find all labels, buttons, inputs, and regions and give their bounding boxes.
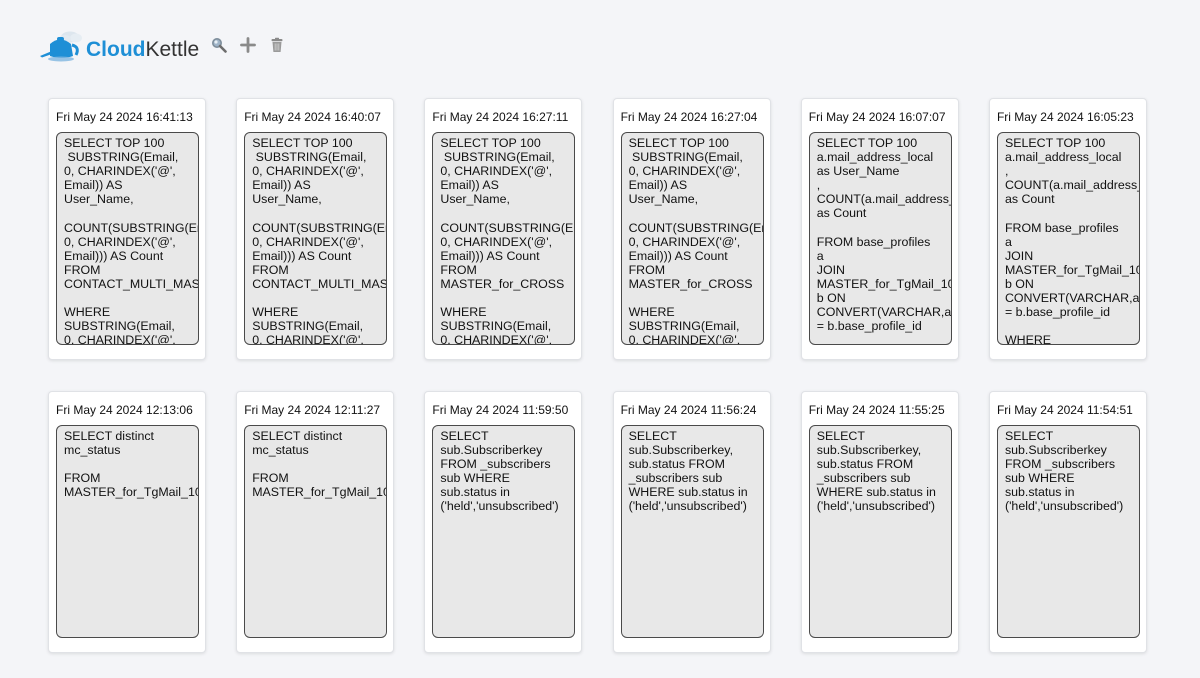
app-header: CloudKettle: [38, 26, 286, 66]
plus-icon[interactable]: [239, 36, 257, 54]
query-card[interactable]: Fri May 24 2024 16:27:04 SELECT TOP 100 …: [612, 98, 771, 360]
query-timestamp: Fri May 24 2024 16:27:04: [620, 110, 758, 124]
trash-icon[interactable]: [268, 36, 286, 54]
query-text-area[interactable]: SELECT TOP 100 SUBSTRING(Email, 0, CHARI…: [432, 132, 576, 345]
query-card[interactable]: Fri May 24 2024 12:13:06 SELECT distinct…: [48, 391, 206, 653]
query-text-area[interactable]: SELECT sub.Subscriberkey, sub.status FRO…: [620, 425, 764, 638]
search-icon[interactable]: [210, 36, 228, 54]
query-text-area[interactable]: SELECT sub.Subscriberkey FROM _subscribe…: [996, 425, 1140, 638]
query-timestamp: Fri May 24 2024 11:54:51: [996, 403, 1133, 417]
query-text-area[interactable]: SELECT sub.Subscriberkey, sub.status FRO…: [808, 425, 952, 638]
query-card[interactable]: Fri May 24 2024 11:54:51 SELECT sub.Subs…: [988, 391, 1147, 653]
query-card[interactable]: Fri May 24 2024 11:56:24 SELECT sub.Subs…: [612, 391, 771, 653]
query-card[interactable]: Fri May 24 2024 16:40:07 SELECT TOP 100 …: [236, 98, 395, 360]
query-timestamp: Fri May 24 2024 12:11:27: [244, 403, 381, 417]
query-timestamp: Fri May 24 2024 12:13:06: [56, 403, 193, 417]
query-text-area[interactable]: SELECT TOP 100 a.mail_address_local as U…: [808, 132, 952, 345]
query-text-area[interactable]: SELECT TOP 100 SUBSTRING(Email, 0, CHARI…: [56, 132, 199, 345]
query-card[interactable]: Fri May 24 2024 12:11:27 SELECT distinct…: [236, 391, 395, 653]
query-card[interactable]: Fri May 24 2024 16:07:07 SELECT TOP 100 …: [800, 98, 959, 360]
query-card[interactable]: Fri May 24 2024 16:41:13 SELECT TOP 100 …: [48, 98, 206, 360]
query-timestamp: Fri May 24 2024 11:55:25: [808, 403, 945, 417]
query-text-area[interactable]: SELECT sub.Subscriberkey FROM _subscribe…: [432, 425, 576, 638]
query-timestamp: Fri May 24 2024 16:05:23: [996, 110, 1134, 124]
query-text-area[interactable]: SELECT TOP 100 SUBSTRING(Email, 0, CHARI…: [244, 132, 388, 345]
query-card[interactable]: Fri May 24 2024 11:55:25 SELECT sub.Subs…: [800, 391, 959, 653]
app-page: CloudKettle Fri May 24 2024 16:41:13 SEL…: [0, 0, 1200, 678]
query-card[interactable]: Fri May 24 2024 16:05:23 SELECT TOP 100 …: [988, 98, 1147, 360]
query-text-area[interactable]: SELECT TOP 100 a.mail_address_local , CO…: [996, 132, 1140, 345]
query-history-grid: Fri May 24 2024 16:41:13 SELECT TOP 100 …: [48, 98, 1147, 653]
query-text-area[interactable]: SELECT distinct mc_status FROM MASTER_fo…: [56, 425, 199, 638]
brand-name-part2: Kettle: [145, 38, 200, 61]
query-text-area[interactable]: SELECT distinct mc_status FROM MASTER_fo…: [244, 425, 388, 638]
query-timestamp: Fri May 24 2024 16:27:11: [432, 110, 569, 124]
query-card[interactable]: Fri May 24 2024 16:27:11 SELECT TOP 100 …: [424, 98, 583, 360]
query-timestamp: Fri May 24 2024 16:07:07: [808, 110, 946, 124]
query-text-area[interactable]: SELECT TOP 100 SUBSTRING(Email, 0, CHARI…: [620, 132, 764, 345]
query-timestamp: Fri May 24 2024 11:56:24: [620, 403, 757, 417]
query-timestamp: Fri May 24 2024 16:41:13: [56, 110, 193, 124]
query-timestamp: Fri May 24 2024 16:40:07: [244, 110, 381, 124]
query-card[interactable]: Fri May 24 2024 11:59:50 SELECT sub.Subs…: [424, 391, 583, 653]
app-logo-text[interactable]: CloudKettle: [86, 38, 199, 62]
kettle-cloud-icon: [38, 29, 84, 63]
query-timestamp: Fri May 24 2024 11:59:50: [432, 403, 569, 417]
brand-name-part1: Cloud: [86, 38, 146, 61]
